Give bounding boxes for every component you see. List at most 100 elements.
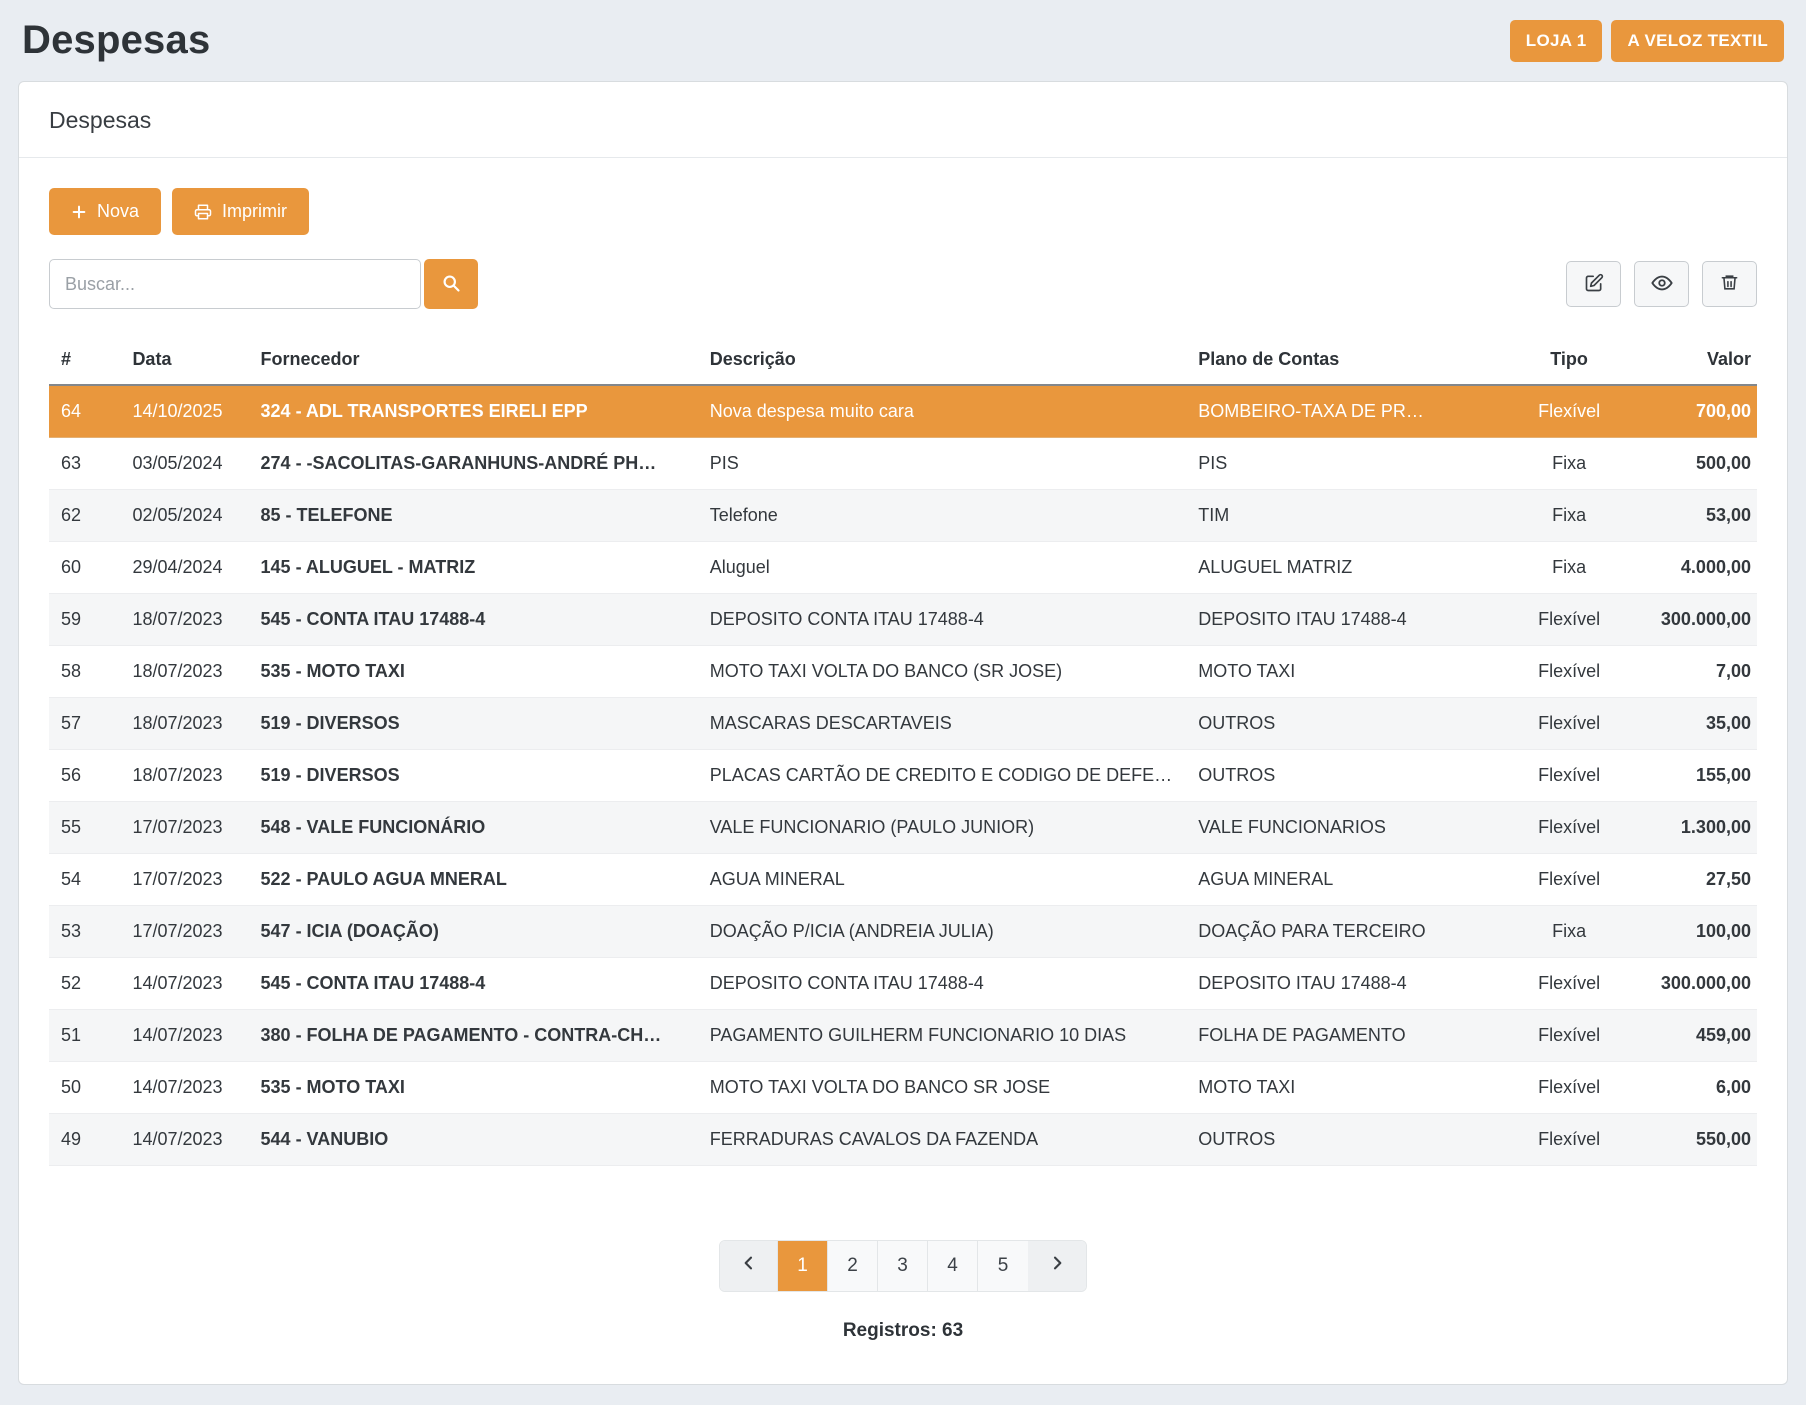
delete-button[interactable] — [1702, 261, 1757, 307]
table-row[interactable]: 5417/07/2023522 - PAULO AGUA MNERALAGUA … — [49, 854, 1757, 906]
cell-type: Flexível — [1494, 698, 1644, 750]
cell-supplier: 545 - CONTA ITAU 17488-4 — [251, 594, 700, 646]
edit-button[interactable] — [1566, 261, 1621, 307]
print-label: Imprimir — [222, 201, 287, 222]
pagination-prev-button[interactable] — [720, 1241, 778, 1291]
pagination-next-button[interactable] — [1028, 1241, 1086, 1291]
cell-supplier: 519 - DIVERSOS — [251, 698, 700, 750]
eye-icon — [1651, 272, 1673, 297]
cell-type: Flexível — [1494, 646, 1644, 698]
page-title: Despesas — [22, 18, 210, 63]
table-row[interactable]: 6414/10/2025324 - ADL TRANSPORTES EIRELI… — [49, 385, 1757, 438]
expenses-table: # Data Fornecedor Descrição Plano de Con… — [49, 339, 1757, 1166]
pagination: 12345 — [719, 1240, 1087, 1292]
cell-type: Flexível — [1494, 1114, 1644, 1166]
cell-date: 18/07/2023 — [122, 646, 250, 698]
print-button[interactable]: Imprimir — [172, 188, 309, 235]
cell-supplier: 380 - FOLHA DE PAGAMENTO - CONTRA-CH… — [251, 1010, 700, 1062]
new-expense-button[interactable]: Nova — [49, 188, 161, 235]
cell-supplier: 85 - TELEFONE — [251, 490, 700, 542]
expenses-table-body: 6414/10/2025324 - ADL TRANSPORTES EIRELI… — [49, 385, 1757, 1166]
cell-value: 459,00 — [1644, 1010, 1757, 1062]
store-button-veloz-textil[interactable]: A VELOZ TEXTIL — [1611, 20, 1784, 62]
cell-description: MASCARAS DESCARTAVEIS — [700, 698, 1188, 750]
cell-supplier: 274 - -SACOLITAS-GARANHUNS-ANDRÉ PH… — [251, 438, 700, 490]
cell-date: 18/07/2023 — [122, 750, 250, 802]
cell-type: Fixa — [1494, 542, 1644, 594]
view-button[interactable] — [1634, 261, 1689, 307]
pagination-pages: 12345 — [778, 1241, 1028, 1291]
cell-description: AGUA MINERAL — [700, 854, 1188, 906]
search-button[interactable] — [424, 259, 478, 309]
cell-value: 53,00 — [1644, 490, 1757, 542]
row-action-buttons — [1566, 261, 1757, 307]
pagination-page-3[interactable]: 3 — [878, 1241, 928, 1291]
column-header-value: Valor — [1644, 339, 1757, 385]
table-row[interactable]: 6029/04/2024145 - ALUGUEL - MATRIZAlugue… — [49, 542, 1757, 594]
table-row[interactable]: 5517/07/2023548 - VALE FUNCIONÁRIOVALE F… — [49, 802, 1757, 854]
search-input[interactable] — [49, 259, 421, 309]
table-row[interactable]: 5114/07/2023380 - FOLHA DE PAGAMENTO - C… — [49, 1010, 1757, 1062]
cell-supplier: 535 - MOTO TAXI — [251, 1062, 700, 1114]
cell-date: 14/07/2023 — [122, 1062, 250, 1114]
cell-number: 57 — [49, 698, 122, 750]
cell-plan: MOTO TAXI — [1188, 646, 1494, 698]
cell-value: 35,00 — [1644, 698, 1757, 750]
cell-date: 18/07/2023 — [122, 698, 250, 750]
cell-date: 14/10/2025 — [122, 385, 250, 438]
cell-value: 4.000,00 — [1644, 542, 1757, 594]
cell-type: Flexível — [1494, 1010, 1644, 1062]
cell-description: MOTO TAXI VOLTA DO BANCO (SR JOSE) — [700, 646, 1188, 698]
cell-plan: OUTROS — [1188, 698, 1494, 750]
table-row[interactable]: 5317/07/2023547 - ICIA (DOAÇÃO)DOAÇÃO P/… — [49, 906, 1757, 958]
cell-number: 58 — [49, 646, 122, 698]
card-body: Nova Imprimir — [19, 158, 1787, 1384]
cell-supplier: 545 - CONTA ITAU 17488-4 — [251, 958, 700, 1010]
table-row[interactable]: 5618/07/2023519 - DIVERSOSPLACAS CARTÃO … — [49, 750, 1757, 802]
pagination-page-1[interactable]: 1 — [778, 1241, 828, 1291]
cell-value: 27,50 — [1644, 854, 1757, 906]
table-row[interactable]: 5818/07/2023535 - MOTO TAXIMOTO TAXI VOL… — [49, 646, 1757, 698]
cell-type: Flexível — [1494, 385, 1644, 438]
cell-number: 55 — [49, 802, 122, 854]
cell-plan: FOLHA DE PAGAMENTO — [1188, 1010, 1494, 1062]
table-row[interactable]: 6303/05/2024274 - -SACOLITAS-GARANHUNS-A… — [49, 438, 1757, 490]
table-row[interactable]: 5718/07/2023519 - DIVERSOSMASCARAS DESCA… — [49, 698, 1757, 750]
plus-icon — [71, 204, 87, 220]
cell-description: DOAÇÃO P/ICIA (ANDREIA JULIA) — [700, 906, 1188, 958]
pagination-page-5[interactable]: 5 — [978, 1241, 1028, 1291]
cell-description: PLACAS CARTÃO DE CREDITO E CODIGO DE DEF… — [700, 750, 1188, 802]
cell-type: Flexível — [1494, 1062, 1644, 1114]
cell-type: Flexível — [1494, 958, 1644, 1010]
cell-value: 700,00 — [1644, 385, 1757, 438]
search-group — [49, 259, 478, 309]
table-row[interactable]: 5014/07/2023535 - MOTO TAXIMOTO TAXI VOL… — [49, 1062, 1757, 1114]
pagination-page-4[interactable]: 4 — [928, 1241, 978, 1291]
cell-description: Nova despesa muito cara — [700, 385, 1188, 438]
cell-description: VALE FUNCIONARIO (PAULO JUNIOR) — [700, 802, 1188, 854]
cell-supplier: 535 - MOTO TAXI — [251, 646, 700, 698]
cell-type: Fixa — [1494, 906, 1644, 958]
table-row[interactable]: 5918/07/2023545 - CONTA ITAU 17488-4DEPO… — [49, 594, 1757, 646]
cell-description: DEPOSITO CONTA ITAU 17488-4 — [700, 594, 1188, 646]
cell-supplier: 145 - ALUGUEL - MATRIZ — [251, 542, 700, 594]
pagination-page-2[interactable]: 2 — [828, 1241, 878, 1291]
cell-value: 6,00 — [1644, 1062, 1757, 1114]
cell-date: 14/07/2023 — [122, 958, 250, 1010]
cell-description: MOTO TAXI VOLTA DO BANCO SR JOSE — [700, 1062, 1188, 1114]
toolbar: Nova Imprimir — [49, 188, 1757, 235]
store-button-loja1[interactable]: LOJA 1 — [1510, 20, 1603, 62]
cell-description: PIS — [700, 438, 1188, 490]
search-row — [49, 259, 1757, 309]
table-row[interactable]: 4914/07/2023544 - VANUBIOFERRADURAS CAVA… — [49, 1114, 1757, 1166]
column-header-description: Descrição — [700, 339, 1188, 385]
cell-type: Fixa — [1494, 490, 1644, 542]
cell-supplier: 547 - ICIA (DOAÇÃO) — [251, 906, 700, 958]
page: Despesas LOJA 1 A VELOZ TEXTIL Despesas … — [0, 0, 1806, 1405]
table-row[interactable]: 6202/05/202485 - TELEFONETelefoneTIMFixa… — [49, 490, 1757, 542]
new-expense-label: Nova — [97, 201, 139, 222]
cell-value: 155,00 — [1644, 750, 1757, 802]
cell-number: 52 — [49, 958, 122, 1010]
card-title: Despesas — [19, 82, 1787, 158]
table-row[interactable]: 5214/07/2023545 - CONTA ITAU 17488-4DEPO… — [49, 958, 1757, 1010]
